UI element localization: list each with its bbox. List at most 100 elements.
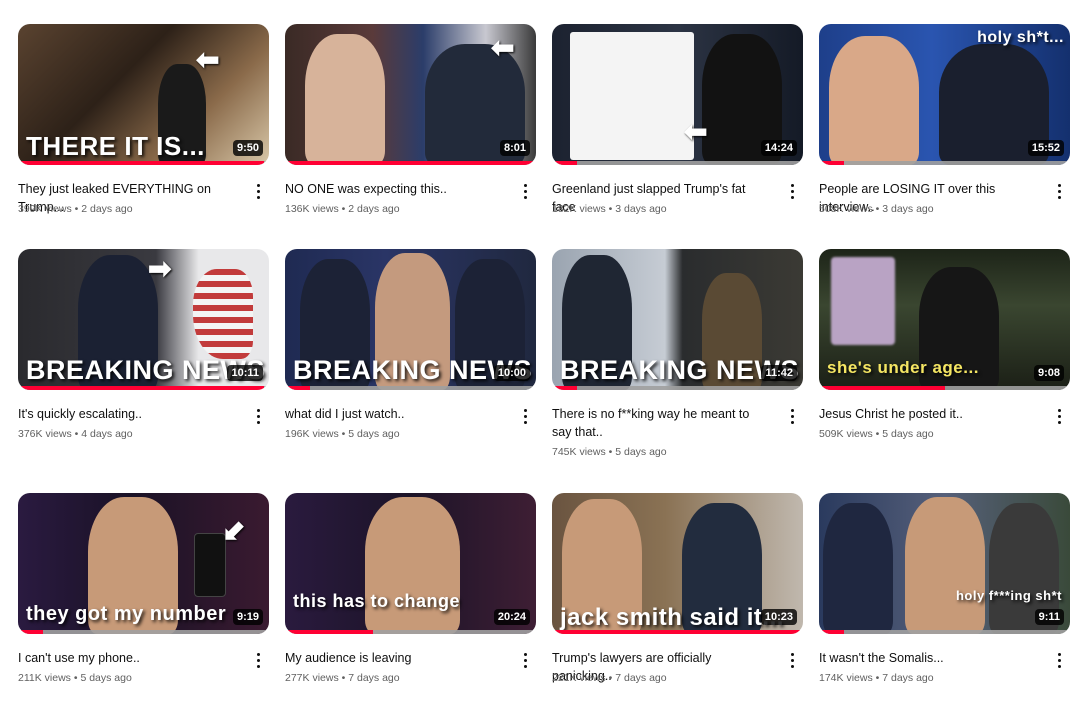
video-meta: 399K views • 2 days ago [18, 203, 133, 215]
duration-badge: 8:01 [499, 140, 530, 156]
video-thumbnail[interactable]: ⬋ they got my number 9:19 [18, 493, 269, 634]
video-thumbnail[interactable]: jack smith said it... 10:23 [552, 493, 803, 634]
thumbnail-overlay-text: they got my number [26, 603, 227, 625]
watch-progress-bar [819, 386, 1070, 390]
duration-badge: 9:50 [232, 140, 263, 156]
view-count: 399K views [18, 203, 72, 215]
upload-age: 2 days ago [81, 203, 133, 215]
upload-age: 4 days ago [81, 428, 133, 440]
video-thumbnail[interactable]: BREAKING NEWS 11:42 [552, 249, 803, 390]
video-card[interactable]: ➡ BREAKING NEWS 10:11 It's quickly escal… [18, 249, 270, 440]
more-actions-icon[interactable] [1053, 182, 1065, 200]
upload-age: 3 days ago [882, 203, 934, 215]
duration-badge: 14:24 [760, 140, 797, 156]
watch-progress-bar [285, 386, 536, 390]
video-thumbnail[interactable]: ➡ BREAKING NEWS 10:11 [18, 249, 269, 390]
watch-progress-bar [819, 161, 1070, 165]
upload-age: 5 days ago [348, 428, 400, 440]
video-meta: 508K views • 3 days ago [819, 203, 934, 215]
view-count: 277K views [285, 672, 339, 684]
more-actions-icon[interactable] [252, 407, 264, 425]
video-card[interactable]: BREAKING NEWS 11:42 There is no f**king … [552, 249, 804, 458]
video-thumbnail[interactable]: BREAKING NEWS 10:00 [285, 249, 536, 390]
more-actions-icon[interactable] [1053, 651, 1065, 669]
video-card[interactable]: this has to change 20:24 My audience is … [285, 493, 537, 684]
upload-age: 7 days ago [348, 672, 400, 684]
video-title[interactable]: My audience is leaving [285, 649, 505, 667]
upload-age: 2 days ago [348, 203, 400, 215]
more-actions-icon[interactable] [1053, 407, 1065, 425]
upload-age: 5 days ago [80, 672, 132, 684]
duration-badge: 9:11 [1034, 609, 1064, 625]
arrow-icon: ➡ [148, 253, 172, 284]
more-actions-icon[interactable] [786, 407, 798, 425]
video-card[interactable]: ⬅ THERE IT IS... 9:50 They just leaked E… [18, 24, 270, 215]
thumbnail-overlay-text: she's under age... [827, 358, 979, 377]
more-actions-icon[interactable] [252, 182, 264, 200]
arrow-icon: ⬋ [222, 515, 246, 546]
more-actions-icon[interactable] [786, 182, 798, 200]
video-thumbnail[interactable]: holy f***ing sh*t 9:11 [819, 493, 1070, 634]
video-title[interactable]: Jesus Christ he posted it.. [819, 405, 1039, 423]
duration-badge: 15:52 [1027, 140, 1064, 156]
video-meta: 745K views • 5 days ago [552, 446, 667, 458]
video-card[interactable]: holy f***ing sh*t 9:11 It wasn't the Som… [819, 493, 1071, 684]
view-count: 182K views [552, 203, 606, 215]
video-thumbnail[interactable]: this has to change 20:24 [285, 493, 536, 634]
view-count: 508K views [819, 203, 873, 215]
view-count: 136K views [285, 203, 339, 215]
more-actions-icon[interactable] [519, 407, 531, 425]
video-card[interactable]: jack smith said it... 10:23 Trump's lawy… [552, 493, 804, 684]
upload-age: 3 days ago [615, 203, 667, 215]
thumbnail-overlay-text: jack smith said it... [560, 604, 784, 631]
video-card[interactable]: holy sh*t... 15:52 People are LOSING IT … [819, 24, 1071, 215]
watch-progress-bar [285, 161, 536, 165]
arrow-icon: ⬅ [491, 32, 515, 63]
watch-progress-bar [552, 161, 803, 165]
view-count: 376K views [18, 428, 72, 440]
video-meta: 221K views • 7 days ago [552, 672, 667, 684]
video-title[interactable]: what did I just watch.. [285, 405, 505, 423]
video-title[interactable]: It wasn't the Somalis... [819, 649, 1039, 667]
video-thumbnail[interactable]: ⬅ 14:24 [552, 24, 803, 165]
more-actions-icon[interactable] [252, 651, 264, 669]
duration-badge: 9:08 [1033, 365, 1064, 381]
view-count: 509K views [819, 428, 873, 440]
video-thumbnail[interactable]: holy sh*t... 15:52 [819, 24, 1070, 165]
more-actions-icon[interactable] [519, 651, 531, 669]
watch-progress-bar [819, 630, 1070, 634]
video-meta: 211K views • 5 days ago [18, 672, 132, 684]
upload-age: 5 days ago [882, 428, 934, 440]
video-title[interactable]: There is no f**king way he meant to say … [552, 405, 772, 441]
thumbnail-overlay-text: this has to change [293, 591, 461, 611]
duration-badge: 11:42 [761, 365, 797, 381]
video-title[interactable]: I can't use my phone.. [18, 649, 238, 667]
video-thumbnail[interactable]: ⬅ 8:01 [285, 24, 536, 165]
arrow-icon: ⬅ [684, 116, 708, 147]
upload-age: 7 days ago [882, 672, 934, 684]
view-count: 211K views [18, 672, 71, 684]
video-thumbnail[interactable]: she's under age... 9:08 [819, 249, 1070, 390]
video-title[interactable]: NO ONE was expecting this.. [285, 180, 505, 198]
view-count: 221K views [552, 672, 606, 684]
video-meta: 196K views • 5 days ago [285, 428, 400, 440]
duration-badge: 10:23 [760, 609, 797, 625]
video-card[interactable]: ⬅ 14:24 Greenland just slapped Trump's f… [552, 24, 804, 215]
video-card[interactable]: BREAKING NEWS 10:00 what did I just watc… [285, 249, 537, 440]
thumbnail-overlay-text: THERE IT IS... [26, 131, 205, 161]
duration-badge: 10:11 [227, 365, 263, 381]
video-thumbnail[interactable]: ⬅ THERE IT IS... 9:50 [18, 24, 269, 165]
watch-progress-bar [552, 386, 803, 390]
watch-progress-bar [18, 386, 269, 390]
more-actions-icon[interactable] [519, 182, 531, 200]
video-meta: 182K views • 3 days ago [552, 203, 667, 215]
view-count: 196K views [285, 428, 339, 440]
thumbnail-overlay-text: holy f***ing sh*t [955, 588, 1062, 603]
video-title[interactable]: It's quickly escalating.. [18, 405, 238, 423]
video-card[interactable]: ⬅ 8:01 NO ONE was expecting this.. 136K … [285, 24, 537, 215]
video-card[interactable]: ⬋ they got my number 9:19 I can't use my… [18, 493, 270, 684]
video-meta: 509K views • 5 days ago [819, 428, 934, 440]
watch-progress-bar [18, 161, 269, 165]
video-card[interactable]: she's under age... 9:08 Jesus Christ he … [819, 249, 1071, 440]
more-actions-icon[interactable] [786, 651, 798, 669]
